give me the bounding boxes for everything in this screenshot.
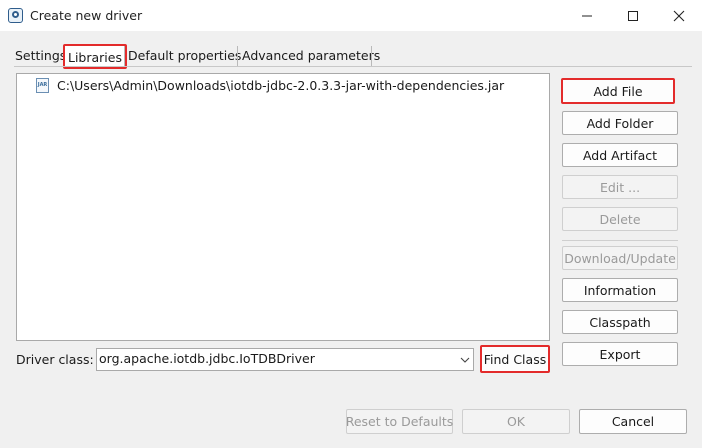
classpath-button[interactable]: Classpath	[562, 310, 678, 334]
tab-divider	[237, 46, 238, 66]
app-icon	[8, 8, 23, 23]
export-button[interactable]: Export	[562, 342, 678, 366]
window-title: Create new driver	[30, 8, 143, 23]
driver-class-label: Driver class:	[16, 352, 94, 367]
list-item[interactable]: JAR C:\Users\Admin\Downloads\iotdb-jdbc-…	[36, 76, 504, 94]
tab-divider	[371, 46, 372, 66]
add-folder-button[interactable]: Add Folder	[562, 111, 678, 135]
information-button[interactable]: Information	[562, 278, 678, 302]
edit-button[interactable]: Edit ...	[562, 175, 678, 199]
chevron-down-icon[interactable]	[456, 349, 473, 370]
jar-file-icon: JAR	[36, 77, 49, 93]
close-icon	[673, 10, 685, 21]
tab-advanced-parameters[interactable]: Advanced parameters	[239, 46, 383, 68]
maximize-button[interactable]	[610, 0, 656, 31]
maximize-icon	[628, 10, 638, 21]
reset-to-defaults-button[interactable]: Reset to Defaults	[346, 409, 453, 434]
cancel-button[interactable]: Cancel	[579, 409, 687, 434]
tab-default-properties[interactable]: Default properties	[125, 46, 244, 68]
find-class-button[interactable]: Find Class	[480, 345, 550, 373]
add-artifact-button[interactable]: Add Artifact	[562, 143, 678, 167]
close-button[interactable]	[656, 0, 702, 31]
minimize-icon	[582, 15, 592, 16]
minimize-button[interactable]	[564, 0, 610, 31]
download-update-button[interactable]: Download/Update	[562, 246, 678, 270]
ok-button[interactable]: OK	[462, 409, 570, 434]
tab-strip-border	[14, 66, 692, 67]
add-file-button[interactable]: Add File	[561, 78, 675, 104]
tab-settings[interactable]: Settings	[12, 46, 69, 68]
button-group-divider	[562, 240, 678, 241]
driver-class-value: org.apache.iotdb.jdbc.IoTDBDriver	[99, 351, 315, 366]
library-path: C:\Users\Admin\Downloads\iotdb-jdbc-2.0.…	[57, 77, 505, 93]
delete-button[interactable]: Delete	[562, 207, 678, 231]
library-list[interactable]	[16, 73, 550, 341]
